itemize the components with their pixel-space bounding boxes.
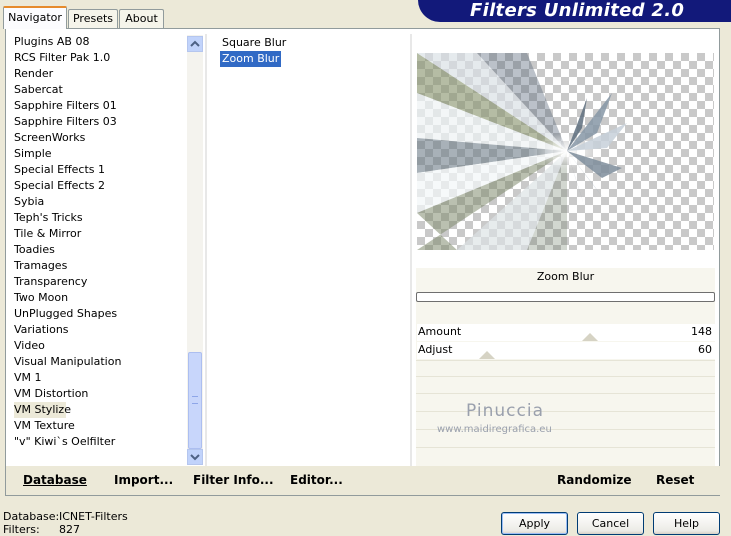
progress-bar — [416, 292, 715, 302]
category-item[interactable]: Special Effects 2 — [14, 178, 194, 194]
category-item[interactable]: Tramages — [14, 258, 194, 274]
param-value-amount: 148 — [691, 325, 712, 338]
category-item[interactable]: Teph's Tricks — [14, 210, 194, 226]
category-list[interactable]: Plugins AB 08 RCS Filter Pak 1.0 Render Sab… — [14, 34, 194, 450]
category-item[interactable]: Simple — [14, 146, 194, 162]
apply-button[interactable]: Apply — [501, 512, 568, 535]
arrow-down-icon — [190, 454, 200, 461]
randomize-link[interactable]: Randomize — [557, 473, 631, 487]
category-item[interactable]: RCS Filter Pak 1.0 — [14, 50, 194, 66]
category-item[interactable]: Sapphire Filters 01 — [14, 98, 194, 114]
filter-list[interactable]: Square Blur Zoom Blur — [220, 35, 400, 67]
category-item[interactable]: Toadies — [14, 242, 194, 258]
category-item[interactable]: Transparency — [14, 274, 194, 290]
import-link[interactable]: Import... — [114, 473, 173, 487]
filters-count-label: Filters: — [3, 523, 40, 536]
slider-marker-amount[interactable] — [581, 333, 598, 341]
scrollbar-thumb[interactable] — [188, 352, 202, 449]
category-item[interactable]: Sybia — [14, 194, 194, 210]
tab-presets[interactable]: Presets — [68, 9, 118, 28]
divider — [410, 34, 412, 466]
param-label-amount: Amount — [418, 325, 462, 338]
category-item[interactable]: Two Moon — [14, 290, 194, 306]
cancel-button[interactable]: Cancel — [577, 512, 644, 535]
database-link[interactable]: Database — [23, 473, 87, 487]
category-item[interactable]: ScreenWorks — [14, 130, 194, 146]
filter-name-label: Zoom Blur — [536, 270, 595, 283]
filter-item[interactable]: Zoom Blur — [220, 51, 282, 67]
filter-item[interactable]: Square Blur — [220, 35, 400, 51]
category-item[interactable]: Sabercat — [14, 82, 194, 98]
category-item[interactable]: Sapphire Filters 03 — [14, 114, 194, 130]
param-label-adjust: Adjust — [418, 343, 453, 356]
category-item[interactable]: Visual Manipulation — [14, 354, 194, 370]
category-item[interactable]: "v" Kiwi`s Oelfilter — [14, 434, 194, 450]
tab-about[interactable]: About — [119, 9, 164, 28]
arrow-up-icon — [190, 40, 200, 47]
category-item[interactable]: VM Distortion — [14, 386, 194, 402]
slider-marker-adjust[interactable] — [479, 351, 496, 359]
filter-info-link[interactable]: Filter Info... — [193, 473, 274, 487]
category-item[interactable]: VM Texture — [14, 418, 194, 434]
preview-image — [417, 53, 714, 250]
category-item[interactable]: Plugins AB 08 — [14, 34, 194, 50]
database-status-value: ICNET-Filters — [59, 510, 128, 523]
filters-count-value: 827 — [59, 523, 80, 536]
grip-icon — [192, 396, 198, 404]
category-item[interactable]: Video — [14, 338, 194, 354]
divider — [205, 34, 207, 466]
category-item[interactable]: Render — [14, 66, 194, 82]
watermark-url: www.maidiregrafica.eu — [437, 424, 552, 435]
category-item[interactable]: Tile & Mirror — [14, 226, 194, 242]
category-item[interactable]: UnPlugged Shapes — [14, 306, 194, 322]
scroll-down-button[interactable] — [187, 449, 203, 465]
category-item[interactable]: Special Effects 1 — [14, 162, 194, 178]
category-item[interactable]: Variations — [14, 322, 194, 338]
watermark-name: Pinuccia — [466, 401, 544, 421]
category-item[interactable]: VM Stylize — [14, 402, 71, 418]
reset-link[interactable]: Reset — [656, 473, 694, 487]
category-item[interactable]: VM 1 — [14, 370, 194, 386]
editor-link[interactable]: Editor... — [290, 473, 343, 487]
brand-banner: Filters Unlimited 2.0 — [418, 0, 731, 22]
param-value-adjust: 60 — [698, 343, 712, 356]
help-button[interactable]: Help — [653, 512, 720, 535]
tab-navigator[interactable]: Navigator — [3, 6, 67, 29]
database-status-label: Database: — [3, 510, 60, 523]
scroll-up-button[interactable] — [187, 36, 203, 52]
zoom-blur-rays — [417, 53, 627, 250]
